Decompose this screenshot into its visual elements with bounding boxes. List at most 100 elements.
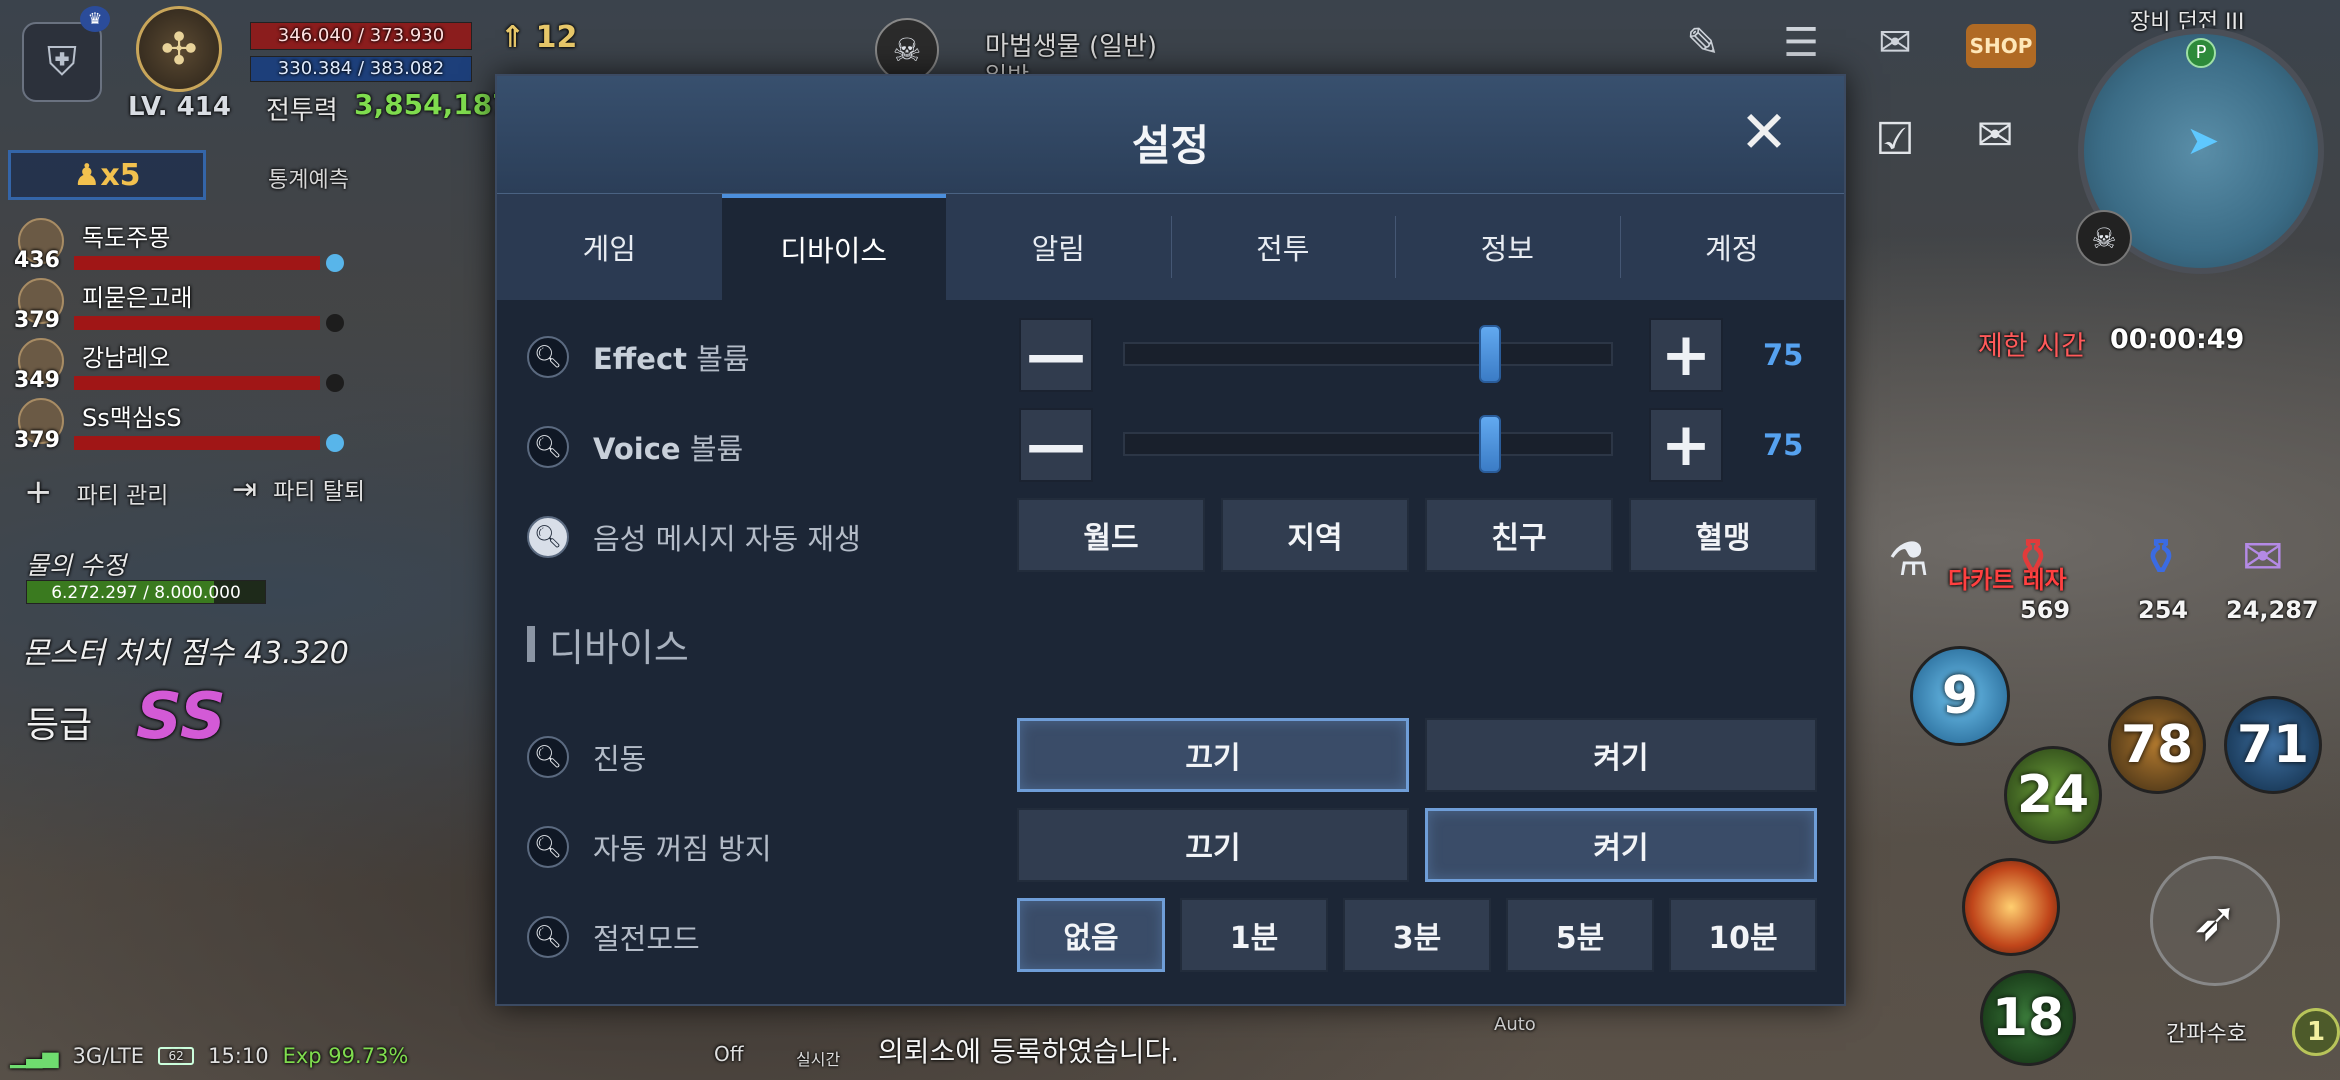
autoplay-region-button[interactable]: 지역 xyxy=(1221,498,1409,572)
party-manage-button[interactable]: + 파티 관리 xyxy=(24,472,168,512)
modal-title: 설정 xyxy=(1131,121,1210,170)
attack-button[interactable]: ➶ xyxy=(2150,856,2280,986)
tab-notification[interactable]: 알림 xyxy=(946,194,1171,300)
voice-volume-label-kr: 볼륨 xyxy=(689,432,744,466)
autoplay-friend-button[interactable]: 친구 xyxy=(1425,498,1613,572)
power-save-10min-button[interactable]: 10분 xyxy=(1669,898,1817,972)
autoplay-clan-button[interactable]: 혈맹 xyxy=(1629,498,1817,572)
voice-volume-minus-button[interactable]: — xyxy=(1019,408,1093,482)
party-member-level: 379 xyxy=(14,428,60,453)
tab-account[interactable]: 계정 xyxy=(1619,194,1845,300)
monster-score-label: 몬스터 처치 점수 xyxy=(22,636,235,671)
mail-icon[interactable]: ✉ xyxy=(1960,100,2030,170)
party-member-name: Ss맥심sS xyxy=(82,404,182,432)
combat-power-label: 전투력 xyxy=(266,96,338,126)
settings-tabs: 게임 디바이스 알림 전투 정보 계정 xyxy=(497,194,1844,300)
effect-volume-slider[interactable] xyxy=(1123,325,1613,383)
vibration-on-button[interactable]: 켜기 xyxy=(1425,718,1817,792)
power-save-5min-button[interactable]: 5분 xyxy=(1506,898,1654,972)
levelup-icon: ⇑ xyxy=(500,20,536,55)
grade-value: SS xyxy=(136,680,226,754)
party-leave-button[interactable]: ⇥ 파티 탈퇴 xyxy=(232,472,365,507)
character-level: LV. 414 xyxy=(128,92,231,122)
party-member[interactable]: 독도주몽 436 xyxy=(8,218,344,278)
prevent-sleep-on-button[interactable]: 켜기 xyxy=(1425,808,1817,882)
power-save-none-button[interactable]: 없음 xyxy=(1017,898,1165,972)
buff-count: x5 xyxy=(100,157,141,193)
party-member-hp xyxy=(74,376,320,390)
monster-score: 몬스터 처치 점수 43.320 xyxy=(22,628,349,672)
vibration-label: 진동 xyxy=(593,742,647,776)
party-member-name: 독도주몽 xyxy=(82,224,171,252)
search-icon[interactable]: 🔍︎ xyxy=(527,826,569,868)
auto-off-label[interactable]: Off xyxy=(714,1042,744,1066)
autoplay-world-button[interactable]: 월드 xyxy=(1017,498,1205,572)
party-member[interactable]: Ss맥심sS 379 xyxy=(8,398,344,458)
power-save-3min-button[interactable]: 3분 xyxy=(1343,898,1491,972)
skill-button[interactable]: 24 xyxy=(2004,746,2102,844)
gold-coin-count[interactable]: 1 xyxy=(2292,1008,2340,1056)
mp-bar: 330.384 / 383.082 xyxy=(250,56,472,82)
search-icon[interactable]: 🔍︎ xyxy=(527,336,569,378)
power-save-1min-button[interactable]: 1분 xyxy=(1180,898,1328,972)
skill-button[interactable]: 71 xyxy=(2224,696,2322,794)
signal-icon: ▁▃▅ xyxy=(10,1044,59,1068)
character-class-icon[interactable]: ✣ xyxy=(136,6,222,92)
shield-icon[interactable]: ⛨ xyxy=(22,22,102,102)
vibration-off-button[interactable]: 끄기 xyxy=(1017,718,1409,792)
effect-volume-row: 🔍︎ Effect 볼륨 — + 75 xyxy=(497,318,1844,398)
prevent-sleep-row: 🔍︎ 자동 꺼짐 방지 끄기 켜기 xyxy=(497,808,1844,888)
power-save-row: 🔍︎ 절전모드 없음 1분 3분 5분 10분 xyxy=(497,898,1844,978)
voice-volume-slider[interactable] xyxy=(1123,415,1613,473)
quest-title[interactable]: 물의 수정 xyxy=(26,546,126,582)
stat-predict-button[interactable]: 통계예측 xyxy=(268,162,349,194)
party-member[interactable]: 피묻은고래 379 xyxy=(8,278,344,338)
search-icon[interactable]: 🔍︎ xyxy=(527,736,569,778)
effect-volume-minus-button[interactable]: — xyxy=(1019,318,1093,392)
voice-volume-value: 75 xyxy=(1763,428,1804,462)
skill-fire-icon[interactable] xyxy=(1962,858,2060,956)
tab-game[interactable]: 게임 xyxy=(497,194,722,300)
potion-red-icon[interactable]: ⚗ xyxy=(1888,532,1929,586)
scroll-icon[interactable]: ✉ xyxy=(2242,528,2284,586)
report-icon[interactable]: ☑ xyxy=(1860,104,1930,174)
effect-volume-plus-button[interactable]: + xyxy=(1649,318,1723,392)
shop-button[interactable]: SHOP xyxy=(1966,24,2036,68)
voice-volume-slider-handle[interactable] xyxy=(1478,415,1501,473)
close-button[interactable]: ✕ xyxy=(1734,103,1794,164)
tab-info[interactable]: 정보 xyxy=(1395,194,1620,300)
search-icon[interactable]: 🔍︎ xyxy=(527,426,569,468)
potion-mp-icon[interactable]: ⚱ xyxy=(2140,528,2182,586)
search-icon[interactable]: 🔍︎ xyxy=(527,516,569,558)
tab-device[interactable]: 디바이스 xyxy=(721,194,946,300)
prevent-sleep-off-button[interactable]: 끄기 xyxy=(1017,808,1409,882)
tab-combat[interactable]: 전투 xyxy=(1170,194,1396,300)
vibration-row: 🔍︎ 진동 끄기 켜기 xyxy=(497,718,1844,798)
party-leave-label: 파티 탈퇴 xyxy=(273,479,366,505)
search-icon[interactable]: 🔍︎ xyxy=(527,916,569,958)
effect-volume-slider-handle[interactable] xyxy=(1478,325,1501,383)
party-member-level: 349 xyxy=(14,368,60,393)
party-member-name: 피묻은고래 xyxy=(82,284,193,312)
skill-button[interactable]: 78 xyxy=(2108,696,2206,794)
potion-hp-icon[interactable]: ⚱ xyxy=(2012,528,2054,586)
section-bar xyxy=(527,626,535,662)
menu-icon[interactable]: ☰ xyxy=(1770,12,1832,74)
party-member-level: 436 xyxy=(14,248,60,273)
voice-volume-plus-button[interactable]: + xyxy=(1649,408,1723,482)
mailbox-icon[interactable]: ✉ xyxy=(1864,12,1926,74)
target-monster-icon[interactable]: ☠ xyxy=(875,18,939,82)
skill-button[interactable]: 18 xyxy=(1980,970,2076,1066)
quest-progress-text: 6.272.297 / 8.000.000 xyxy=(51,583,241,603)
auto-label[interactable]: Auto xyxy=(1494,1014,1536,1035)
potion-count: 24,287 xyxy=(2226,596,2319,624)
party-member-level: 379 xyxy=(14,308,60,333)
boss-icon[interactable]: ☠ xyxy=(2076,210,2132,266)
levelup-indicator[interactable]: ⇑ 12 xyxy=(500,20,577,55)
realtime-label[interactable]: 실시간 xyxy=(796,1046,840,1070)
potion-count: 569 xyxy=(2020,596,2071,624)
skill-button[interactable]: 9 xyxy=(1910,646,2010,746)
party-member[interactable]: 강남레오 349 xyxy=(8,338,344,398)
quest-note-icon[interactable]: ✎ xyxy=(1672,12,1734,74)
party-buff-badge[interactable]: ♟ x5 xyxy=(8,150,206,200)
